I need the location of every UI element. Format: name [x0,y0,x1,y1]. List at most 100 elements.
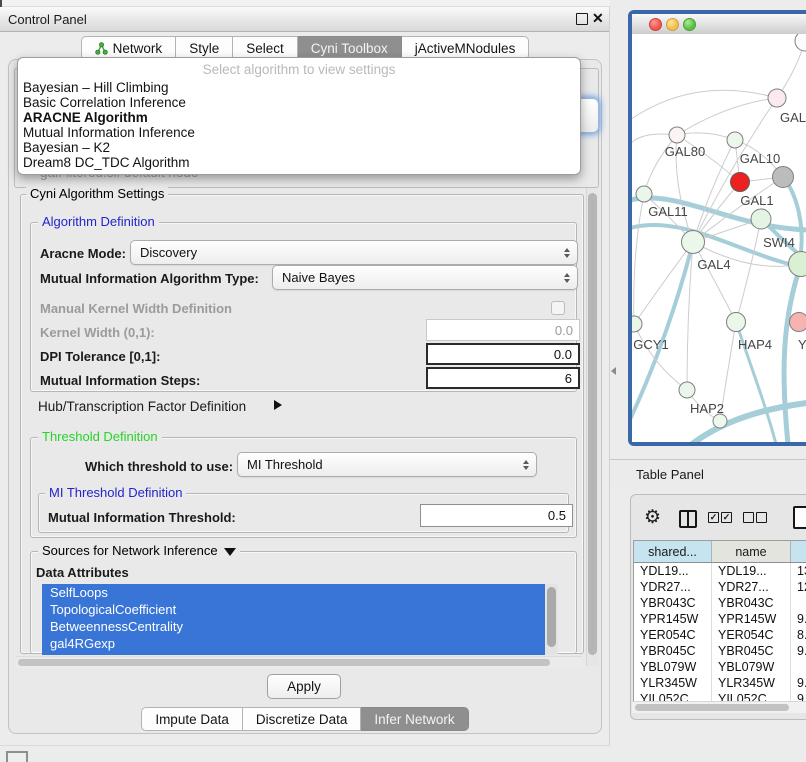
dropdown-item[interactable]: Dream8 DC_TDC Algorithm [23,155,190,170]
settings-vscroll-thumb[interactable] [588,193,597,655]
dpi-tolerance-input[interactable]: 0.0 [426,343,580,365]
dropdown-item[interactable]: Bayesian – Hill Climbing [23,80,169,95]
control-panel-titlebar[interactable] [0,7,610,32]
node-table[interactable]: shared... name YDL19...YDL19...13 YDR27.… [633,540,806,702]
node-label: HAP4 [738,337,772,352]
network-canvas[interactable]: GAL GAL80 GAL10 GAL1 GAL11 SWI4 GAL4 GCY… [632,34,806,442]
manual-kernel-label: Manual Kernel Width Definition [40,301,232,316]
network-window-titlebar[interactable] [632,14,806,35]
sources-title[interactable]: Sources for Network Inference [38,544,240,558]
screen: Control Panel ✕ Network Style Select Cyn… [0,0,806,762]
unchecked-checkbox-icon[interactable] [743,512,754,523]
dropdown-placeholder: Select algorithm to view settings [18,62,580,77]
node-gray[interactable] [773,167,794,188]
mi-type-combo[interactable]: Naive Bayes [272,265,578,290]
expand-right-icon[interactable] [274,400,282,410]
node-label: GAL10 [740,151,780,166]
node-gal4[interactable] [682,231,705,254]
node-hap2[interactable] [679,382,695,398]
kernel-width-input[interactable]: 0.0 [426,319,580,341]
tab-discretize-data[interactable]: Discretize Data [243,707,362,731]
table-row[interactable]: YBR043CYBR043C [634,595,806,611]
node-label: GAL11 [648,204,688,219]
which-threshold-combo[interactable]: MI Threshold [237,452,537,477]
settings-hscroll-thumb[interactable] [18,659,550,666]
node-small-bottom[interactable] [713,414,727,428]
close-traffic-light-icon[interactable] [649,18,662,31]
node-label: GCY1 [633,337,668,352]
unchecked-checkbox-icon[interactable] [756,512,767,523]
tab-infer-network[interactable]: Infer Network [361,707,468,731]
table-row[interactable]: YPR145WYPR145W9. [634,611,806,627]
table-horizontal-scrollbar[interactable] [632,701,806,713]
list-item[interactable]: SelfLoops [42,584,558,601]
column-header-partial[interactable] [791,541,806,562]
node-gal1-selected[interactable] [731,173,750,192]
float-window-icon[interactable] [576,13,588,25]
node-partial-top[interactable] [795,34,806,51]
table-row[interactable]: YBL079WYBL079W [634,659,806,675]
aracne-mode-label: Aracne Mode: [40,246,126,261]
settings-vertical-scrollbar[interactable] [586,188,599,666]
split-pane-icon[interactable] [679,510,697,528]
list-item[interactable]: TopologicalCoefficient [42,601,558,618]
mi-threshold-label: Mutual Information Threshold: [48,510,236,525]
column-header-name[interactable]: name [712,541,791,562]
cyni-algorithm-settings-title: Cyni Algorithm Settings [26,187,168,201]
table-row[interactable]: YBR045CYBR045C9. [634,643,806,659]
checked-checkbox-icon[interactable]: ✓ [721,512,732,523]
node-gcy1[interactable] [632,316,642,332]
algorithm-definition-title: Algorithm Definition [38,215,159,229]
mi-threshold-input[interactable]: 0.5 [420,504,573,527]
aracne-mode-combo[interactable]: Discovery [130,240,578,265]
node-label: Y [798,337,806,352]
table-hscroll-thumb[interactable] [635,704,789,711]
node-salmon[interactable] [790,313,806,332]
list-scrollbar-thumb[interactable] [547,587,556,647]
list-scrollbar[interactable] [545,584,558,655]
zoom-traffic-light-icon[interactable] [683,18,696,31]
dropdown-item[interactable]: Mutual Information Inference [23,125,195,140]
list-item[interactable]: gal4RGexp [42,635,558,652]
threshold-definition-title: Threshold Definition [38,430,162,444]
mi-steps-input[interactable]: 6 [426,367,580,389]
dropdown-item-aracne[interactable]: ARACNE Algorithm [23,110,148,125]
node-gal80[interactable] [669,127,685,143]
mi-threshold-definition-title: MI Threshold Definition [45,486,186,500]
node-label: GAL80 [665,144,705,159]
gear-icon[interactable]: ⚙ [644,508,661,527]
dropdown-item[interactable]: Bayesian – K2 [23,140,110,155]
column-header-shared-name[interactable]: shared... [634,541,712,562]
dpi-tolerance-label: DPI Tolerance [0,1]: [40,349,160,364]
network-graph: GAL GAL80 GAL10 GAL1 GAL11 SWI4 GAL4 GCY… [632,34,806,442]
hub-definition-toggle[interactable]: Hub/Transcription Factor Definition [38,399,246,414]
node-swi4[interactable] [751,209,771,229]
node-gal-pink[interactable] [768,89,786,107]
checked-checkbox-icon[interactable]: ✓ [708,512,719,523]
close-icon[interactable]: ✕ [592,10,604,27]
minimize-traffic-light-icon[interactable] [666,18,679,31]
table-row[interactable]: YDR27...YDR27...12 [634,579,806,595]
table-row[interactable]: YER054CYER054C8. [634,627,806,643]
collapse-down-icon[interactable] [224,548,236,556]
node-gal11[interactable] [636,186,652,202]
control-panel-right-edge [609,6,610,746]
document-icon[interactable] [793,506,806,529]
node-hap4[interactable] [727,313,746,332]
tab-impute-data[interactable]: Impute Data [141,707,243,731]
apply-button[interactable]: Apply [267,674,341,699]
table-row[interactable]: YLR345WYLR345W9. [634,675,806,691]
manual-kernel-checkbox[interactable] [551,301,565,315]
panel-splitter-handle[interactable] [611,367,616,375]
control-panel-title: Control Panel [8,12,87,27]
algorithm-dropdown[interactable]: Select algorithm to view settings Bayesi… [17,57,581,175]
list-item[interactable]: BetweennessCentrality [42,618,558,635]
settings-horizontal-scrollbar[interactable] [16,656,582,668]
node-gal10[interactable] [727,132,743,148]
table-header-row: shared... name [634,541,806,563]
docked-panel-chip[interactable] [6,751,28,762]
node-big-green[interactable] [789,252,806,277]
dropdown-item[interactable]: Basic Correlation Inference [23,95,186,110]
data-attributes-list[interactable]: SelfLoops TopologicalCoefficient Between… [42,584,558,655]
table-row[interactable]: YDL19...YDL19...13 [634,563,806,579]
